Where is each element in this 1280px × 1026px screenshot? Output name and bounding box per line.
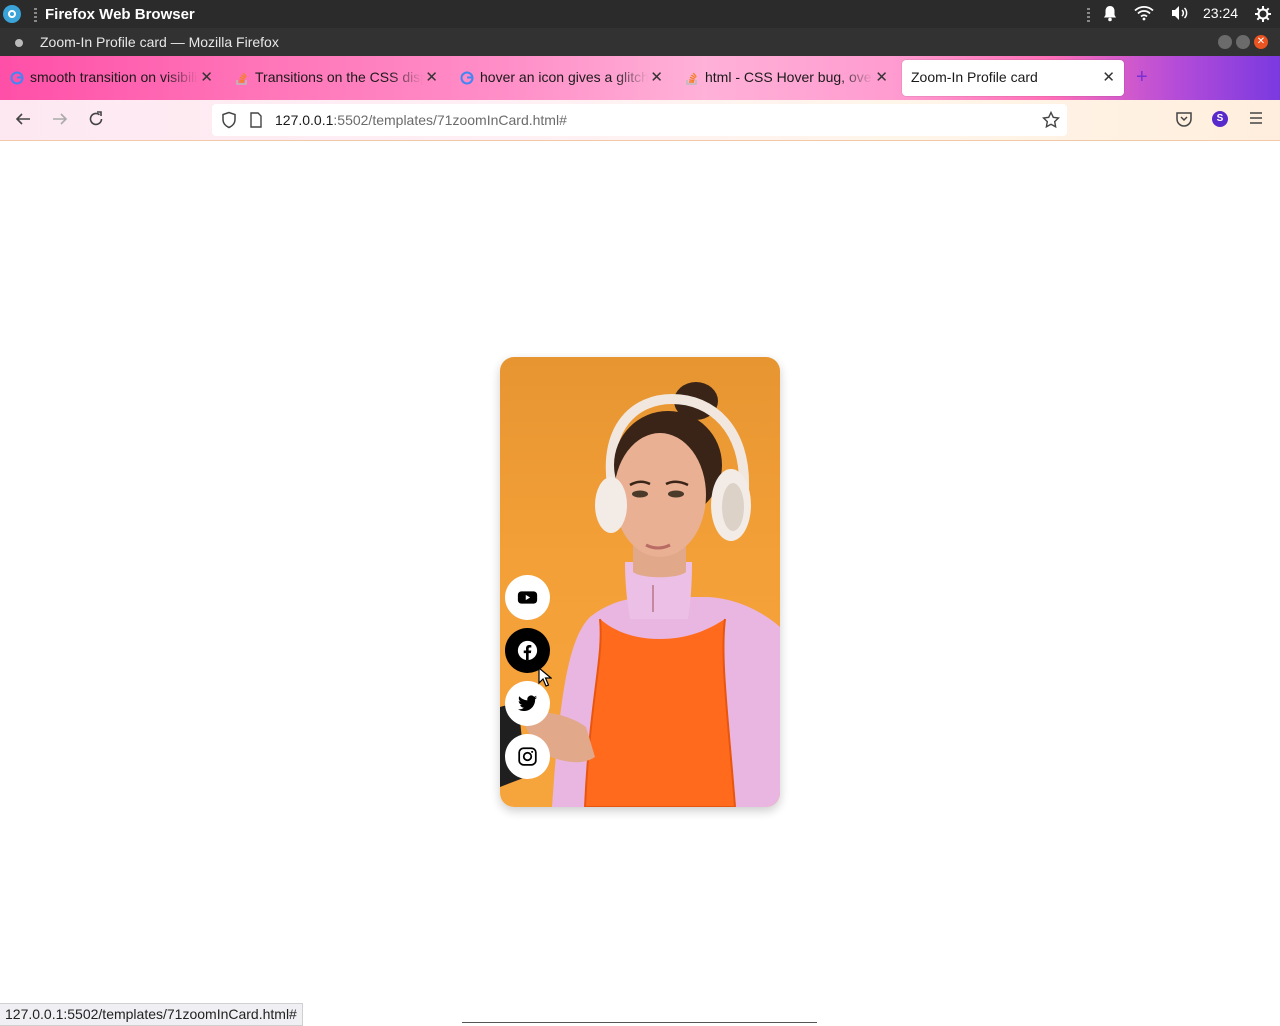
tab-label: Transitions on the CSS display — [255, 69, 423, 85]
tab-hover-icon-glitch[interactable]: hover an icon gives a glitch ✕ — [450, 60, 672, 96]
mouse-cursor-icon — [538, 667, 552, 687]
google-icon — [460, 71, 474, 85]
facebook-icon — [517, 640, 538, 661]
minimize-button[interactable] — [1218, 35, 1232, 49]
tracking-protection-shield-icon[interactable] — [221, 111, 237, 134]
window-title: Zoom-In Profile card — Mozilla Firefox — [40, 34, 279, 50]
tab-strip: smooth transition on visibility ✕ Transi… — [0, 56, 1280, 100]
instagram-button[interactable] — [505, 734, 550, 779]
tab-smooth-transition[interactable]: smooth transition on visibility ✕ — [0, 60, 222, 96]
notification-bell-icon[interactable] — [1102, 5, 1118, 25]
google-icon — [10, 71, 24, 85]
close-tab-icon[interactable]: ✕ — [875, 68, 888, 86]
reload-button[interactable] — [87, 110, 105, 133]
url-text[interactable]: 127.0.0.1:5502/templates/71zoomInCard.ht… — [275, 112, 567, 128]
new-tab-button[interactable]: + — [1136, 66, 1148, 89]
stackoverflow-icon — [235, 71, 249, 85]
youtube-button[interactable] — [505, 575, 550, 620]
instagram-icon — [518, 747, 537, 766]
account-avatar[interactable]: S — [1212, 111, 1228, 127]
forward-button[interactable] — [51, 110, 69, 133]
tab-label: html - CSS Hover bug, over — [705, 69, 873, 85]
page-info-icon[interactable] — [249, 112, 263, 133]
hamburger-menu-icon[interactable] — [1248, 110, 1264, 131]
tab-css-hover-bug[interactable]: html - CSS Hover bug, over ✕ — [675, 60, 897, 96]
close-tab-icon[interactable]: ✕ — [650, 68, 663, 86]
os-top-bar: Firefox Web Browser 23:24 — [0, 0, 1280, 28]
back-button[interactable] — [14, 110, 32, 133]
url-bar[interactable]: 127.0.0.1:5502/templates/71zoomInCard.ht… — [212, 104, 1067, 136]
wifi-icon[interactable] — [1134, 5, 1154, 24]
twitter-button[interactable] — [505, 681, 550, 726]
page-bottom-divider — [462, 1022, 817, 1023]
tab-transitions-css-display[interactable]: Transitions on the CSS display ✕ — [225, 60, 447, 96]
url-path: :5502/templates/71zoomInCard.html# — [333, 112, 567, 128]
stackoverflow-icon — [685, 71, 699, 85]
tab-label: hover an icon gives a glitch — [480, 69, 648, 85]
close-tab-icon[interactable]: ✕ — [200, 68, 213, 86]
tab-zoom-in-profile-card[interactable]: Zoom-In Profile card ✕ — [902, 60, 1124, 96]
pocket-icon[interactable] — [1175, 110, 1193, 133]
link-status-bar: 127.0.0.1:5502/templates/71zoomInCard.ht… — [0, 1003, 303, 1026]
tab-label: smooth transition on visibility — [30, 69, 198, 85]
power-settings-icon[interactable] — [1254, 5, 1272, 26]
volume-icon[interactable] — [1170, 5, 1190, 24]
close-tab-icon[interactable]: ✕ — [425, 68, 438, 86]
maximize-button[interactable] — [1236, 35, 1250, 49]
clock[interactable]: 23:24 — [1203, 5, 1238, 21]
close-window-button[interactable]: ✕ — [1254, 35, 1268, 49]
bookmark-star-icon[interactable] — [1041, 110, 1061, 134]
window-indicator-icon — [15, 39, 23, 47]
url-host: 127.0.0.1 — [275, 112, 334, 128]
drag-handle-icon — [34, 8, 37, 22]
drag-handle-icon — [1087, 8, 1090, 22]
twitter-icon — [517, 695, 538, 712]
active-app-name[interactable]: Firefox Web Browser — [45, 6, 195, 23]
tab-label: Zoom-In Profile card — [911, 69, 1038, 85]
navigation-toolbar: 127.0.0.1:5502/templates/71zoomInCard.ht… — [0, 100, 1280, 141]
window-titlebar[interactable]: Zoom-In Profile card — Mozilla Firefox ✕ — [0, 28, 1280, 56]
ubuntu-logo-icon[interactable] — [3, 5, 21, 23]
youtube-icon — [517, 591, 538, 604]
close-tab-icon[interactable]: ✕ — [1102, 68, 1115, 86]
